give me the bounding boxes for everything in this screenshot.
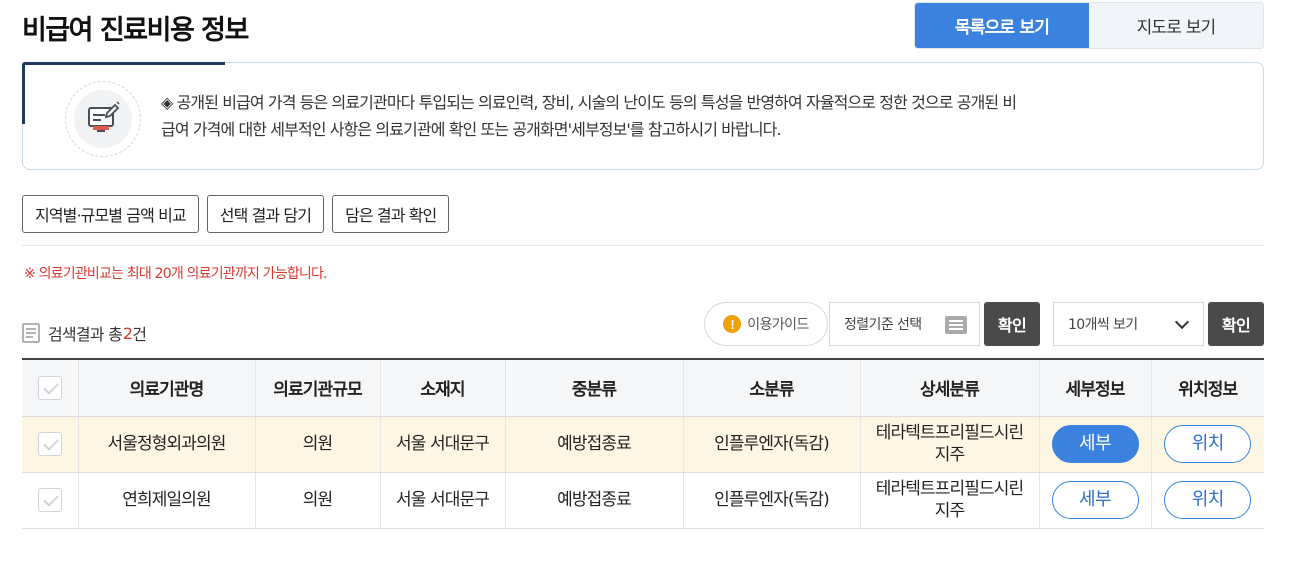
cell-detail-category: 테라텍트프리필드시린지주	[860, 472, 1040, 529]
sort-confirm-button[interactable]: 확인	[984, 302, 1040, 346]
sort-select-label: 정렬기준 선택	[844, 317, 922, 333]
result-count: 검색결과 총2건	[22, 321, 147, 345]
page-title: 비급여 진료비용 정보	[22, 15, 249, 46]
compare-limit-note: ※ 의료기관비교는 최대 20개 의료기관까지 가능합니다.	[24, 266, 328, 282]
notice-line-1: ◈ 공개된 비급여 가격 등은 의료기관마다 투입되는 의료인력, 장비, 시술…	[161, 93, 1017, 112]
notice-accent-bar	[22, 62, 225, 65]
cell-mid-category: 예방접종료	[505, 472, 684, 529]
cell-detail-category-text: 테라텍트프리필드시린지주	[875, 423, 1024, 465]
location-button[interactable]: 위치	[1164, 481, 1252, 519]
cell-location: 서울 서대문구	[380, 472, 506, 529]
usage-guide-label: 이용가이드	[747, 317, 809, 333]
info-icon: !	[723, 315, 742, 333]
cell-detail-btn: 세부	[1039, 472, 1152, 529]
table-row[interactable]: 연희제일의원 의원 서울 서대문구 예방접종료 인플루엔자(독감) 테라텍트프리…	[22, 472, 1264, 529]
col-header-detail-category: 상세분류	[860, 358, 1040, 417]
cell-name: 서울정형외과의원	[78, 416, 256, 473]
map-view-button[interactable]: 지도로 보기	[1089, 3, 1263, 48]
list-doc-icon	[22, 323, 40, 343]
cell-detail-category: 테라텍트프리필드시린지주	[860, 416, 1040, 473]
cell-mid-category: 예방접종료	[505, 416, 684, 473]
col-header-small-category: 소분류	[683, 358, 861, 417]
add-selection-button[interactable]: 선택 결과 담기	[206, 195, 325, 233]
notice-line-2: 급여 가격에 대한 세부적인 사항은 의료기관에 확인 또는 공개화면'세부정보…	[161, 120, 782, 139]
results-table: 의료기관명 의료기관규모 소재지 중분류 소분류 상세분류 세부정보 위치정보 …	[22, 358, 1264, 529]
divider	[22, 245, 1264, 246]
cell-location-text: 서울 서대문구	[396, 434, 490, 454]
cell-name: 연희제일의원	[78, 472, 256, 529]
col-header-mid-category: 중분류	[505, 358, 684, 417]
notice-accent-side	[22, 62, 25, 124]
view-toggle: 목록으로 보기 지도로 보기	[914, 2, 1264, 49]
result-suffix: 건	[132, 325, 147, 344]
sort-select[interactable]: 정렬기준 선택	[829, 302, 980, 346]
monitor-pen-icon	[65, 81, 141, 157]
page-size-select[interactable]: 10개씩 보기	[1053, 302, 1204, 346]
table-header-row: 의료기관명 의료기관규모 소재지 중분류 소분류 상세분류 세부정보 위치정보	[22, 358, 1264, 417]
cell-location-btn: 위치	[1151, 416, 1264, 473]
chevron-down-icon	[1174, 314, 1190, 330]
cell-small-category: 인플루엔자(독감)	[683, 416, 861, 473]
col-header-location-info: 위치정보	[1151, 358, 1264, 417]
notice-box: ◈ 공개된 비급여 가격 등은 의료기관마다 투입되는 의료인력, 장비, 시술…	[22, 62, 1264, 170]
cell-location-btn: 위치	[1151, 472, 1264, 529]
col-header-name: 의료기관명	[78, 358, 256, 417]
cell-location-text: 서울 서대문구	[396, 490, 490, 510]
result-number: 2	[122, 323, 133, 343]
cell-detail-btn: 세부	[1039, 416, 1152, 473]
page-size-label: 10개씩 보기	[1068, 317, 1138, 333]
cell-location: 서울 서대문구	[380, 416, 506, 473]
list-icon	[945, 316, 967, 334]
row-checkbox-cell	[22, 416, 79, 473]
page-size-confirm-button[interactable]: 확인	[1208, 302, 1264, 346]
col-header-location: 소재지	[380, 358, 506, 417]
select-all-checkbox[interactable]	[37, 375, 62, 400]
region-size-compare-button[interactable]: 지역별·규모별 금액 비교	[22, 195, 199, 233]
view-saved-button[interactable]: 담은 결과 확인	[332, 195, 450, 233]
notice-text: ◈ 공개된 비급여 가격 등은 의료기관마다 투입되는 의료인력, 장비, 시술…	[161, 89, 1231, 143]
col-header-size: 의료기관규모	[255, 358, 381, 417]
row-checkbox-cell	[22, 472, 79, 529]
location-button[interactable]: 위치	[1164, 425, 1252, 463]
row-checkbox[interactable]	[37, 488, 62, 512]
action-buttons: 지역별·규모별 금액 비교 선택 결과 담기 담은 결과 확인	[22, 195, 450, 233]
cell-size: 의원	[255, 416, 381, 473]
detail-button[interactable]: 세부	[1051, 425, 1139, 463]
usage-guide-button[interactable]: ! 이용가이드	[704, 302, 828, 346]
row-checkbox[interactable]	[37, 432, 62, 456]
cell-small-category: 인플루엔자(독감)	[683, 472, 861, 529]
result-prefix: 검색결과 총	[48, 325, 123, 344]
list-view-button[interactable]: 목록으로 보기	[915, 3, 1089, 48]
cell-detail-category-text: 테라텍트프리필드시린지주	[875, 479, 1024, 521]
select-all-cell	[22, 358, 79, 417]
table-row[interactable]: 서울정형외과의원 의원 서울 서대문구 예방접종료 인플루엔자(독감) 테라텍트…	[22, 416, 1264, 473]
detail-button[interactable]: 세부	[1051, 481, 1139, 519]
col-header-detail-info: 세부정보	[1039, 358, 1152, 417]
cell-size: 의원	[255, 472, 381, 529]
